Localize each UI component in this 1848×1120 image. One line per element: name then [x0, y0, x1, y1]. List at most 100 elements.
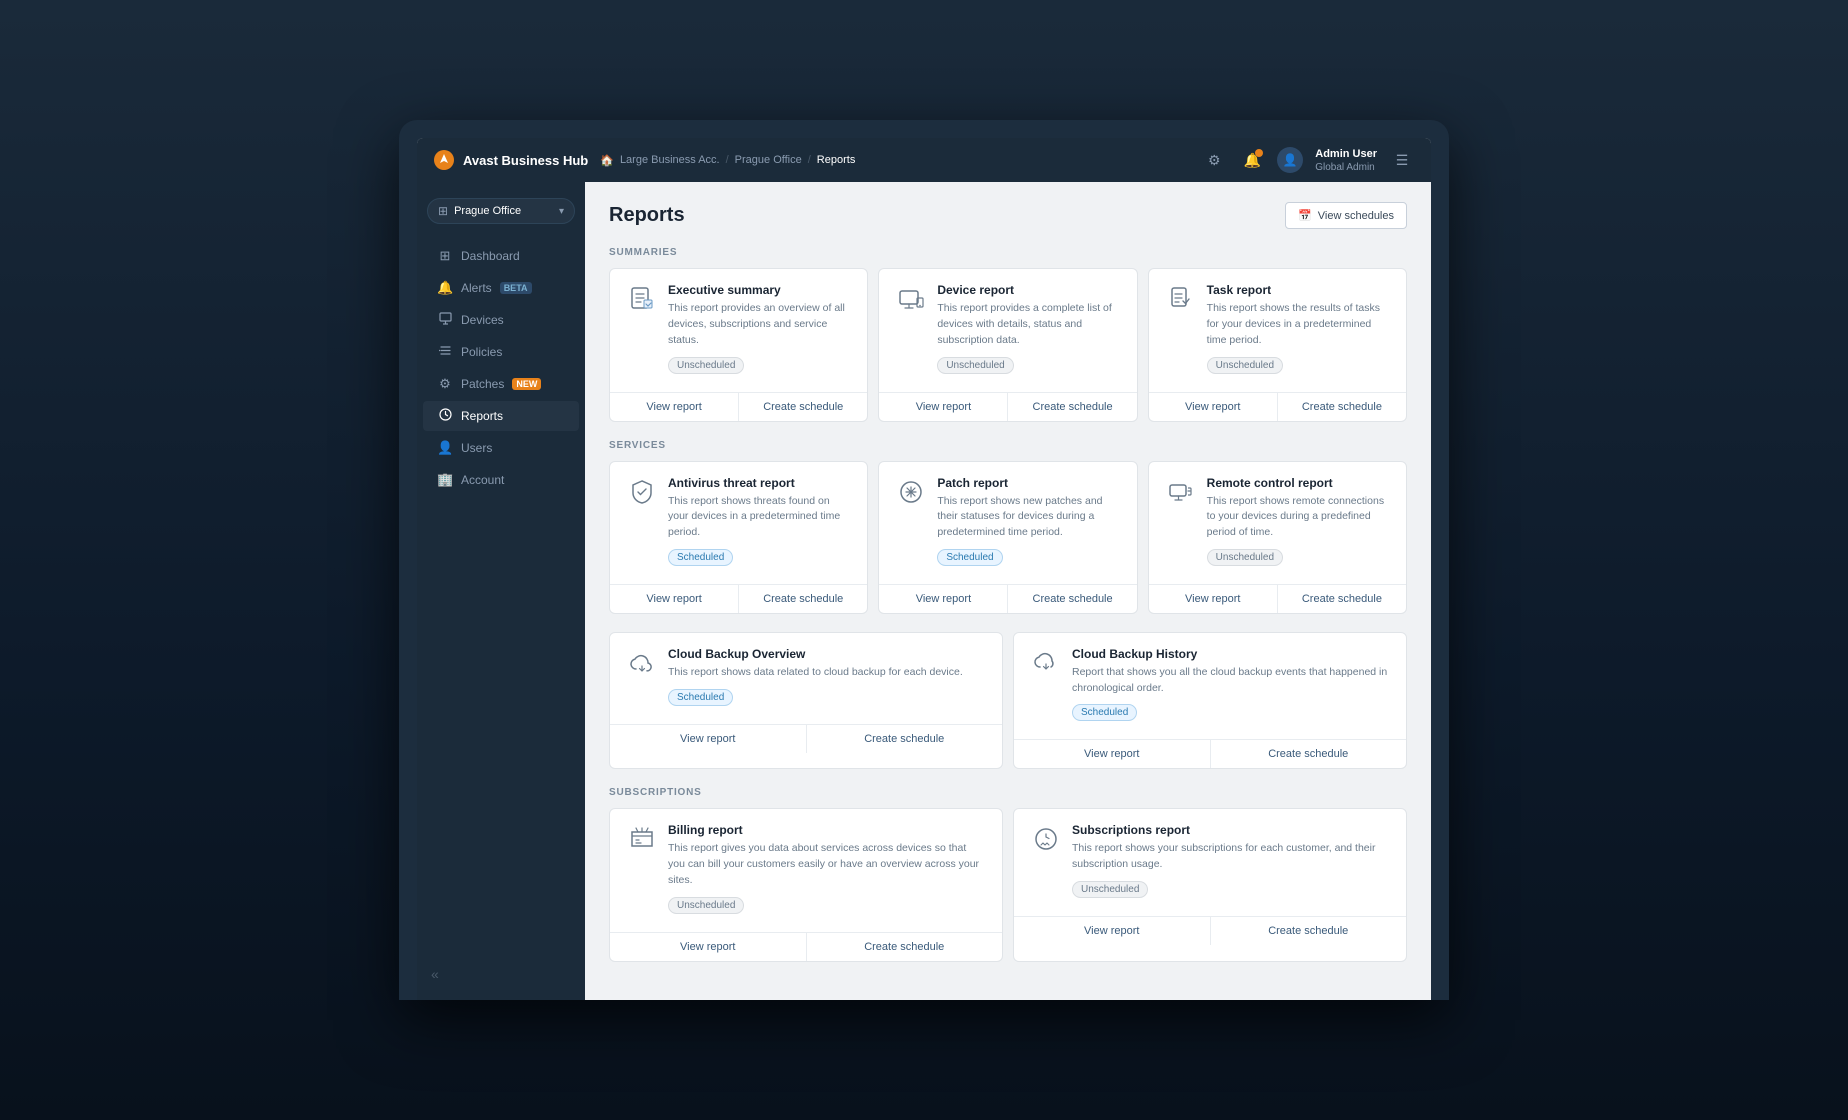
sidebar-item-reports[interactable]: Reports [423, 401, 579, 431]
cloud-backup-overview-create-schedule[interactable]: Create schedule [807, 725, 1003, 753]
patch-report-card: Patch report This report shows new patch… [878, 461, 1137, 614]
menu-icon[interactable]: ☰ [1389, 147, 1415, 173]
device-report-title: Device report [937, 283, 1120, 297]
task-report-create-schedule[interactable]: Create schedule [1278, 393, 1406, 421]
new-badge: NEW [512, 378, 541, 390]
billing-report-create-schedule[interactable]: Create schedule [807, 933, 1003, 961]
cloud-backup-overview-title: Cloud Backup Overview [668, 647, 963, 661]
executive-summary-status: Unscheduled [668, 357, 744, 374]
executive-summary-create-schedule[interactable]: Create schedule [739, 393, 867, 421]
sidebar-item-account[interactable]: 🏢 Account [423, 465, 579, 495]
breadcrumb-home-icon: 🏠 [600, 154, 614, 167]
notifications-icon[interactable]: 🔔 [1239, 147, 1265, 173]
account-icon: 🏢 [437, 472, 453, 488]
patches-icon: ⚙ [437, 376, 453, 392]
billing-report-view-report[interactable]: View report [610, 933, 806, 961]
subscriptions-section-label: SUBSCRIPTIONS [609, 787, 1407, 798]
app-logo: Avast Business Hub [433, 149, 588, 171]
executive-summary-view-report[interactable]: View report [610, 393, 738, 421]
patch-report-desc: This report shows new patches and their … [937, 494, 1120, 541]
patch-report-status: Scheduled [937, 549, 1002, 566]
location-selector[interactable]: ⊞ Prague Office ▾ [427, 198, 575, 224]
cloud-backup-history-card: Cloud Backup History Report that shows y… [1013, 632, 1407, 770]
breadcrumb-sub[interactable]: Prague Office [735, 154, 802, 166]
sidebar-item-patches[interactable]: ⚙ Patches NEW [423, 369, 579, 399]
subscriptions-report-footer: View report Create schedule [1014, 916, 1406, 945]
settings-icon[interactable]: ⚙ [1201, 147, 1227, 173]
billing-report-desc: This report gives you data about service… [668, 841, 986, 888]
task-report-footer: View report Create schedule [1149, 392, 1406, 421]
notification-dot [1255, 149, 1263, 157]
executive-summary-card: Executive summary This report provides a… [609, 268, 868, 421]
device-report-view-report[interactable]: View report [879, 393, 1007, 421]
cloud-backup-overview-footer: View report Create schedule [610, 724, 1002, 753]
patch-report-icon [895, 476, 927, 508]
policies-icon [437, 344, 453, 360]
cloud-backup-history-status: Scheduled [1072, 704, 1137, 721]
patch-report-view-report[interactable]: View report [879, 585, 1007, 613]
cloud-backup-history-create-schedule[interactable]: Create schedule [1211, 740, 1407, 768]
billing-report-title: Billing report [668, 823, 986, 837]
antivirus-threat-view-report[interactable]: View report [610, 585, 738, 613]
device-report-footer: View report Create schedule [879, 392, 1136, 421]
sidebar-item-dashboard[interactable]: ⊞ Dashboard [423, 241, 579, 271]
executive-summary-desc: This report provides an overview of all … [668, 301, 851, 348]
remote-control-icon [1165, 476, 1197, 508]
remote-control-create-schedule[interactable]: Create schedule [1278, 585, 1406, 613]
remote-control-view-report[interactable]: View report [1149, 585, 1277, 613]
device-report-status: Unscheduled [937, 357, 1013, 374]
subscriptions-report-desc: This report shows your subscriptions for… [1072, 841, 1390, 873]
sidebar-item-label: Account [461, 473, 504, 487]
cloud-backup-overview-view-report[interactable]: View report [610, 725, 806, 753]
user-info: Admin User Global Admin [1315, 147, 1377, 174]
antivirus-threat-create-schedule[interactable]: Create schedule [739, 585, 867, 613]
subscriptions-report-create-schedule[interactable]: Create schedule [1211, 917, 1407, 945]
sidebar-item-label: Policies [461, 345, 502, 359]
subscriptions-report-view-report[interactable]: View report [1014, 917, 1210, 945]
user-role: Global Admin [1315, 161, 1377, 174]
patch-report-title: Patch report [937, 476, 1120, 490]
breadcrumb-account[interactable]: Large Business Acc. [620, 154, 720, 166]
summaries-grid: Executive summary This report provides a… [609, 268, 1407, 421]
antivirus-threat-report-card: Antivirus threat report This report show… [609, 461, 868, 614]
device-report-create-schedule[interactable]: Create schedule [1008, 393, 1136, 421]
remote-control-desc: This report shows remote connections to … [1207, 494, 1390, 541]
breadcrumb-current: Reports [817, 154, 856, 166]
sidebar-item-devices[interactable]: Devices [423, 305, 579, 335]
patch-report-create-schedule[interactable]: Create schedule [1008, 585, 1136, 613]
cloud-backup-history-desc: Report that shows you all the cloud back… [1072, 665, 1390, 697]
sidebar-item-label: Reports [461, 409, 503, 423]
billing-report-card: Billing report This report gives you dat… [609, 808, 1003, 961]
cloud-backup-overview-card: Cloud Backup Overview This report shows … [609, 632, 1003, 770]
devices-icon [437, 312, 453, 328]
remote-control-status: Unscheduled [1207, 549, 1283, 566]
breadcrumb: 🏠 Large Business Acc. / Prague Office / … [600, 154, 1189, 167]
view-schedules-button[interactable]: 📅 View schedules [1285, 202, 1407, 229]
cloud-backup-overview-desc: This report shows data related to cloud … [668, 665, 963, 681]
subscriptions-report-card: Subscriptions report This report shows y… [1013, 808, 1407, 961]
device-report-icon [895, 283, 927, 315]
antivirus-threat-desc: This report shows threats found on your … [668, 494, 851, 541]
location-icon: ⊞ [438, 204, 448, 218]
subscriptions-report-title: Subscriptions report [1072, 823, 1390, 837]
billing-report-icon [626, 823, 658, 855]
cloud-backup-overview-status: Scheduled [668, 689, 733, 706]
antivirus-threat-status: Scheduled [668, 549, 733, 566]
sidebar-item-policies[interactable]: Policies [423, 337, 579, 367]
task-report-view-report[interactable]: View report [1149, 393, 1277, 421]
cloud-backup-history-title: Cloud Backup History [1072, 647, 1390, 661]
remote-control-footer: View report Create schedule [1149, 584, 1406, 613]
view-schedules-label: View schedules [1318, 210, 1394, 222]
task-report-desc: This report shows the results of tasks f… [1207, 301, 1390, 348]
cloud-backup-history-icon [1030, 647, 1062, 679]
cloud-backup-history-view-report[interactable]: View report [1014, 740, 1210, 768]
services-section-label: SERVICES [609, 440, 1407, 451]
breadcrumb-sep1: / [726, 154, 729, 166]
sidebar-item-alerts[interactable]: 🔔 Alerts BETA [423, 273, 579, 303]
cloud-backup-overview-icon [626, 647, 658, 679]
sidebar-item-users[interactable]: 👤 Users [423, 433, 579, 463]
sidebar-collapse-button[interactable]: « [417, 958, 585, 990]
services-grid-row1: Antivirus threat report This report show… [609, 461, 1407, 614]
task-report-status: Unscheduled [1207, 357, 1283, 374]
antivirus-threat-footer: View report Create schedule [610, 584, 867, 613]
